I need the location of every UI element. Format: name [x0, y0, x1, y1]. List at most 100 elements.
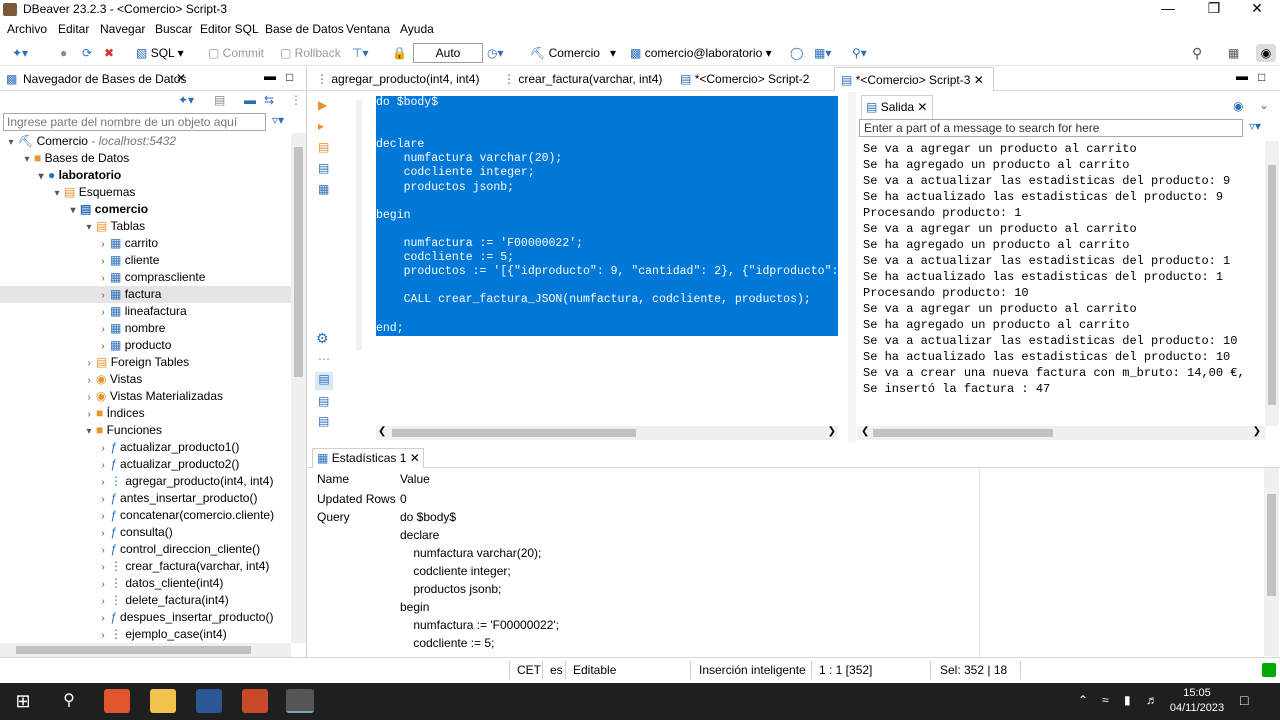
scroll-left-icon[interactable]: ❮ [861, 426, 869, 437]
output-search-input[interactable]: Enter a part of a message to search for … [859, 119, 1243, 137]
tree-node-table[interactable]: › ▦ lineafactura [96, 303, 186, 320]
tree-node-function[interactable]: › ⋮ crear_factura(varchar, int4) [96, 558, 269, 575]
scroll-left-icon[interactable]: ❮ [378, 426, 386, 437]
schema-selector[interactable]: ▩ comercio@laboratorio ▾ [630, 44, 772, 62]
execute-statement-icon[interactable]: ▶ [318, 98, 327, 112]
tree-node-laboratorio[interactable]: ▾ ● laboratorio [34, 167, 121, 184]
tree-node-function[interactable]: › ƒ consulta() [96, 524, 172, 541]
show-results-icon[interactable]: ▤ [315, 372, 333, 390]
stats-vertical-scrollbar[interactable] [1264, 468, 1279, 656]
tree-node-folder[interactable]: › ▤ Foreign Tables [82, 354, 189, 371]
filter-icon[interactable]: ▿▾ [272, 113, 284, 127]
dbeaver-taskbar-icon[interactable] [286, 689, 314, 713]
tree-node-table[interactable]: › ▦ producto [96, 337, 171, 354]
tree-node-function[interactable]: › ƒ actualizar_producto2() [96, 456, 239, 473]
tree-node-funciones[interactable]: ▾ ■ Funciones [82, 422, 161, 439]
volume-icon[interactable]: ♬ [1146, 693, 1158, 707]
code-line[interactable]: end; [376, 322, 838, 336]
lock-icon[interactable]: 🔒 [392, 44, 407, 62]
tree-node-esquemas[interactable]: ▾ ▤ Esquemas [50, 184, 135, 201]
tab-script-2[interactable]: ▤ *<Comercio> Script-2 [680, 67, 809, 91]
tree-node-table[interactable]: › ▦ cliente [96, 252, 159, 269]
minimize-button[interactable]: — [1145, 0, 1191, 19]
tree-node-databases[interactable]: ▾ ■ Bases de Datos [20, 150, 129, 167]
tree-node-function[interactable]: › ƒ concatenar(comercio.cliente) [96, 507, 274, 524]
output-icon[interactable]: ▤ [318, 414, 329, 428]
tree-node-function[interactable]: › ⋮ datos_cliente(int4) [96, 575, 223, 592]
scroll-right-icon[interactable]: ❯ [828, 426, 836, 437]
history-icon[interactable]: ◷▾ [487, 44, 504, 62]
navigator-filter-input[interactable]: Ingrese parte del nombre de un objeto aq… [3, 113, 266, 131]
rollback-button[interactable]: ▢ Rollback [280, 44, 341, 62]
code-line[interactable]: CALL crear_factura_JSON(numfactura, codc… [376, 293, 838, 307]
tree-node-function[interactable]: › ⋮ delete_factura(int4) [96, 592, 228, 609]
filter-icon[interactable]: ▿▾ [1249, 119, 1261, 133]
execute-script-icon[interactable]: ▸ [318, 119, 324, 133]
editor-horizontal-scrollbar[interactable]: ❮ ❯ [376, 426, 838, 440]
collapse-all-icon[interactable]: ▬ [244, 93, 256, 107]
code-line[interactable]: numfactura varchar(20); [376, 152, 838, 166]
output-horizontal-scrollbar[interactable]: ❮ ❯ [857, 426, 1265, 440]
tree-node-function[interactable]: › ƒ antes_insertar_producto() [96, 490, 257, 507]
stats-tab[interactable]: ▦ Estadísticas 1 ✕ [312, 448, 424, 468]
search-icon[interactable]: ⚲ [1192, 44, 1202, 62]
tree-node-function[interactable]: › ƒ control_direccion_cliente() [96, 541, 260, 558]
code-line[interactable] [376, 279, 838, 293]
code-line[interactable]: $body$; [376, 336, 838, 350]
settings-gear-icon[interactable]: ⚙ [316, 330, 329, 347]
minimize-view-icon[interactable]: ▬ [264, 69, 276, 83]
dashboard-icon[interactable]: ◯ [790, 44, 803, 62]
menu-buscar[interactable]: Buscar [155, 22, 192, 36]
tree-node-connection[interactable]: ▾ ⛏ Comercio - localhost:5432 [4, 133, 176, 150]
powerpoint-icon[interactable] [242, 689, 268, 713]
sql-editor[interactable]: ▶ ▸ ▤ ▤ ▦ ⚙ ⋯ ▤ ▤ ▤ do $body$ declare num… [308, 92, 859, 442]
tree-node-function[interactable]: › ƒ actualizar_producto1() [96, 439, 239, 456]
code-line[interactable]: codcliente integer; [376, 166, 838, 180]
code-line[interactable]: do $body$ [376, 96, 838, 110]
code-line[interactable]: codcliente := 5; [376, 251, 838, 265]
tree-node-comercio[interactable]: ▾ ▤ comercio [66, 201, 148, 218]
explain-plan-icon[interactable]: ▤ [318, 161, 329, 175]
navigator-tab-label[interactable]: Navegador de Bases de Datos [23, 72, 186, 86]
taskbar-time[interactable]: 15:05 [1168, 687, 1226, 699]
minimize-view-icon[interactable]: ▬ [1236, 69, 1248, 83]
output-settings-icon[interactable]: ◉ [1233, 99, 1243, 113]
split-divider[interactable] [848, 92, 856, 442]
reconnect-icon[interactable]: ⟳ [82, 44, 92, 62]
tab-agregar-producto[interactable]: ⋮ agregar_producto(int4, int4) [316, 67, 479, 91]
code-line[interactable]: declare [376, 138, 838, 152]
notification-icon[interactable]: □ [1240, 692, 1248, 708]
output-vertical-scrollbar[interactable] [1265, 141, 1279, 426]
tree-node-table-selected[interactable]: › ▦ factura [0, 286, 291, 303]
code-line[interactable] [376, 195, 838, 209]
menu-editar[interactable]: Editar [58, 22, 89, 36]
code-line[interactable] [376, 110, 838, 124]
tree-node-function[interactable]: › ⋮ agregar_producto(int4, int4) [96, 473, 273, 490]
tree-node-function[interactable]: › ⋮ ejemplo_case(int4) [96, 626, 226, 643]
code-line[interactable]: numfactura := 'F00000022'; [376, 237, 838, 251]
tray-chevron-up-icon[interactable]: ⌃ [1078, 693, 1088, 707]
link-with-editor-icon[interactable]: ⇆ [264, 93, 274, 107]
transaction-mode-icon[interactable]: ⊤▾ [352, 44, 368, 62]
tree-node-folder[interactable]: › ◉ Vistas Materializadas [82, 388, 223, 405]
tree-node-tablas[interactable]: ▾ ▤ Tablas [82, 218, 145, 235]
tab-script-3-active[interactable]: ▤ *<Comercio> Script-3 ✕ [834, 67, 994, 91]
taskbar-date[interactable]: 04/11/2023 [1164, 702, 1230, 714]
menu-ventana[interactable]: Ventana [346, 22, 390, 36]
scroll-right-icon[interactable]: ❯ [1253, 426, 1261, 437]
tree-node-function[interactable]: › ƒ despues_insertar_producto() [96, 609, 273, 626]
connect-icon[interactable]: ● [60, 44, 67, 62]
word-icon[interactable] [196, 689, 222, 713]
datasource-selector[interactable]: ⛏ Comercio ▾ [530, 44, 616, 62]
view-menu-icon[interactable]: ⋮ [290, 93, 302, 107]
perspective-icon[interactable]: ▦ [1228, 44, 1239, 62]
terminal-icon[interactable]: ▦ [318, 182, 329, 196]
commit-mode-field[interactable]: Auto [413, 43, 483, 63]
tasks-icon[interactable]: ▦▾ [814, 44, 831, 62]
brave-browser-icon[interactable] [104, 689, 130, 713]
navigator-horizontal-scrollbar[interactable] [0, 643, 291, 657]
menu-archivo[interactable]: Archivo [7, 22, 47, 36]
restore-button[interactable]: ❐ [1191, 0, 1237, 19]
execute-new-tab-icon[interactable]: ▤ [318, 140, 329, 154]
chevron-down-icon[interactable]: ⌄ [1259, 98, 1269, 112]
